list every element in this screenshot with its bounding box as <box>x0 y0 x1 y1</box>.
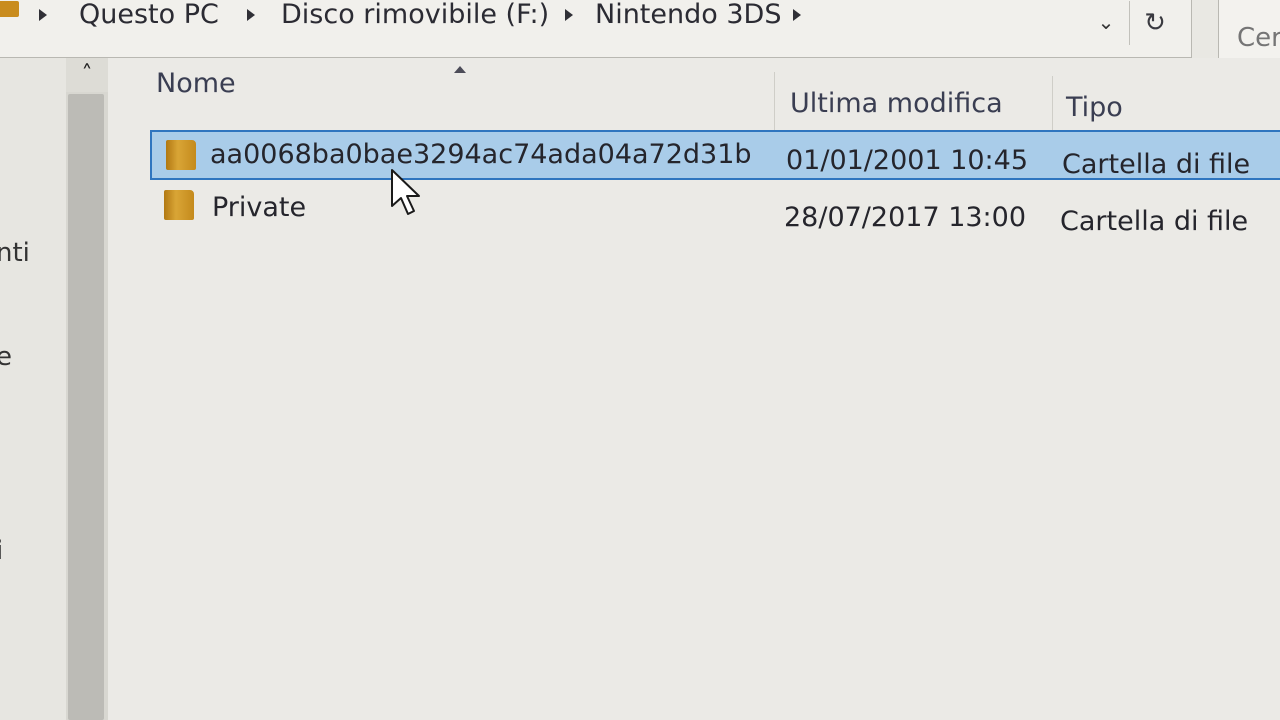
file-modified: 28/07/2017 13:00 <box>784 202 1027 233</box>
breadcrumb-separator-icon[interactable] <box>39 9 47 21</box>
breadcrumb-disco-rimovibile[interactable]: Disco rimovibile (F:) <box>281 0 549 30</box>
column-header-modified[interactable]: Ultima modifica <box>790 88 1003 119</box>
search-box[interactable] <box>1218 0 1280 66</box>
file-modified: 01/01/2001 10:45 <box>786 145 1029 176</box>
file-type: Cartella di file <box>1060 206 1249 237</box>
search-input[interactable] <box>1237 23 1280 53</box>
breadcrumb-separator-icon[interactable] <box>793 9 801 21</box>
refresh-icon[interactable]: ↻ <box>1137 5 1173 41</box>
address-bar[interactable]: Questo PC Disco rimovibile (F:) Nintendo… <box>0 0 1192 58</box>
file-name[interactable]: aa0068ba0bae3294ac74ada04a72d31b <box>210 139 752 170</box>
nav-item-label[interactable]: nti <box>0 238 30 268</box>
file-type: Cartella di file <box>1062 149 1251 180</box>
file-row[interactable]: Private 28/07/2017 13:00 Cartella di fil… <box>150 182 1280 237</box>
nav-item-label[interactable]: i <box>0 536 3 566</box>
file-list: Nome Ultima modifica Tipo aa0068ba0bae32… <box>108 58 1280 720</box>
divider <box>1129 1 1130 45</box>
file-name[interactable]: Private <box>212 192 306 223</box>
sort-ascending-icon <box>454 66 466 73</box>
breadcrumb-nintendo-3ds[interactable]: Nintendo 3DS <box>595 0 781 30</box>
file-row-selected[interactable]: aa0068ba0bae3294ac74ada04a72d31b 01/01/2… <box>150 130 1280 180</box>
mouse-cursor-icon <box>391 169 420 215</box>
breadcrumb-separator-icon[interactable] <box>247 9 255 21</box>
column-header-type[interactable]: Tipo <box>1066 92 1123 123</box>
folder-icon <box>166 140 196 170</box>
folder-icon <box>164 190 194 220</box>
breadcrumb-questo-pc[interactable]: Questo PC <box>79 0 219 30</box>
breadcrumb-separator-icon[interactable] <box>565 9 573 21</box>
column-header-name[interactable]: Nome <box>156 68 236 99</box>
nav-scrollbar[interactable]: ˄ <box>66 58 108 720</box>
scroll-thumb[interactable] <box>68 94 104 720</box>
chevron-down-icon[interactable]: ⌄ <box>1095 11 1117 33</box>
column-divider[interactable] <box>774 72 775 130</box>
folder-icon <box>0 1 19 17</box>
nav-item-label[interactable]: e <box>0 342 12 372</box>
scroll-up-icon[interactable]: ˄ <box>66 58 108 92</box>
column-divider[interactable] <box>1052 76 1053 134</box>
navigation-pane: nti e i <box>0 58 66 720</box>
